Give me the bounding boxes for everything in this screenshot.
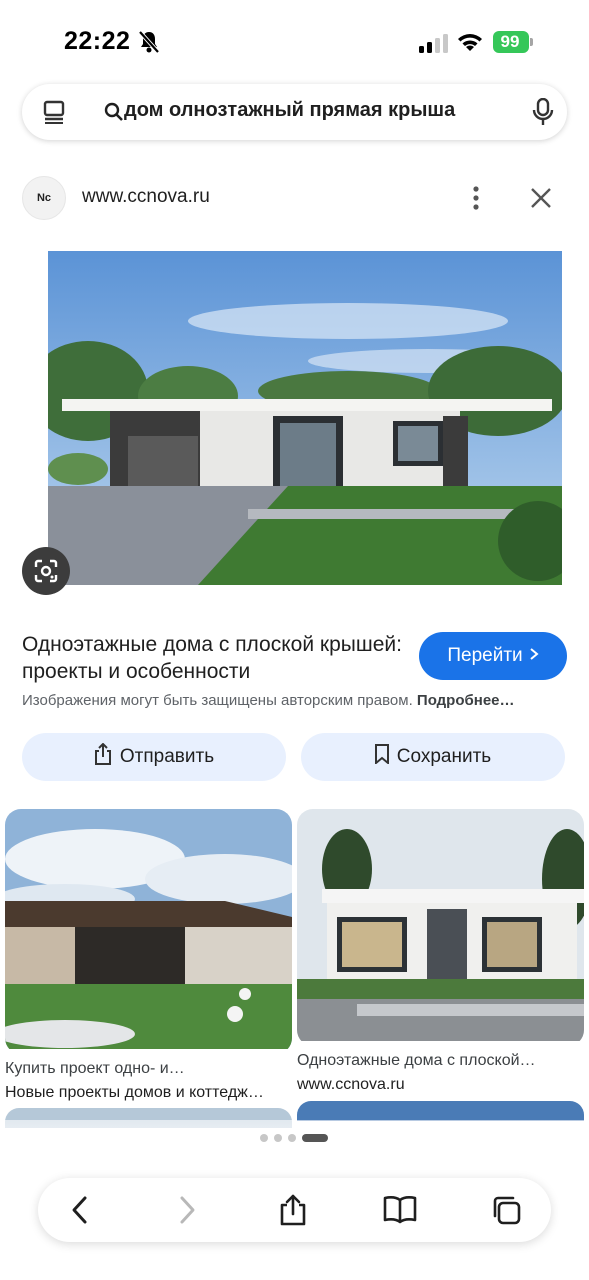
search-icon — [104, 102, 124, 127]
related-card[interactable]: Одноэтажные дома с плоской… www.ccnova.r… — [297, 809, 584, 1094]
tabs-overview-icon[interactable] — [490, 1194, 522, 1231]
search-bar[interactable]: дом олнозтажный прямая крыша — [22, 84, 567, 140]
save-button-label: Сохранить — [396, 746, 492, 767]
search-query[interactable]: дом олнозтажный прямая крыша — [124, 99, 524, 122]
related-thumbnail[interactable] — [297, 809, 584, 1046]
microphone-icon[interactable] — [532, 97, 554, 131]
page-dot — [260, 1134, 268, 1142]
preview-image[interactable] — [48, 251, 562, 585]
share-icon[interactable] — [278, 1194, 308, 1231]
wifi-icon — [456, 30, 484, 57]
copyright-text: Изображения могут быть защищены авторски… — [22, 692, 413, 709]
related-card[interactable]: Купить проект одно- и… Новые проекты дом… — [5, 809, 292, 1102]
site-logo[interactable]: Nc — [22, 176, 66, 220]
result-title: Одноэтажные дома с плоской крышей: проек… — [22, 633, 402, 683]
related-caption[interactable]: Купить проект одно- и… — [5, 1060, 292, 1078]
page-dot — [274, 1134, 282, 1142]
page-dot — [288, 1134, 296, 1142]
source-url[interactable]: www.ccnova.ru — [82, 186, 210, 208]
browser-toolbar — [38, 1178, 551, 1242]
battery-level: 99 — [500, 32, 520, 51]
status-time: 22:22 — [64, 27, 131, 55]
chevron-right-icon — [529, 645, 539, 667]
battery-charging-icon: 99 — [493, 31, 533, 53]
related-thumbnail[interactable] — [5, 809, 292, 1054]
share-button-label: Отправить — [119, 746, 215, 767]
google-lens-icon[interactable] — [22, 547, 70, 595]
related-source: Новые проекты домов и коттедж… — [5, 1084, 264, 1101]
cellular-signal-icon — [419, 33, 449, 58]
close-icon[interactable] — [529, 186, 553, 215]
image-viewer-page: 22:22 99 дом олнозтажный прямая крыша Nc… — [0, 0, 589, 1280]
copyright-notice: Изображения могут быть защищены авторски… — [22, 692, 567, 709]
share-icon — [94, 742, 112, 771]
tabs-icon[interactable] — [42, 100, 66, 129]
save-button[interactable]: Сохранить — [301, 733, 565, 781]
page-dot-active — [302, 1134, 328, 1142]
related-caption[interactable]: Одноэтажные дома с плоской… — [297, 1052, 584, 1070]
bookmark-icon — [374, 744, 389, 770]
learn-more-link[interactable]: Подробнее… — [417, 692, 515, 709]
site-logo-text: Nc — [36, 192, 52, 204]
bookmarks-icon[interactable] — [382, 1194, 418, 1231]
related-thumbnail-peek[interactable] — [297, 1101, 584, 1121]
forward-icon[interactable] — [175, 1194, 199, 1231]
visit-button[interactable]: Перейти — [419, 632, 567, 680]
visit-button-label: Перейти — [447, 645, 523, 666]
more-vert-icon[interactable] — [466, 184, 486, 217]
back-icon[interactable] — [68, 1194, 92, 1231]
related-source: www.ccnova.ru — [297, 1076, 405, 1093]
status-bar: 22:22 99 — [0, 0, 589, 86]
share-button[interactable]: Отправить — [22, 733, 286, 781]
page-indicator — [260, 1134, 328, 1142]
bell-slash-icon — [138, 30, 160, 59]
